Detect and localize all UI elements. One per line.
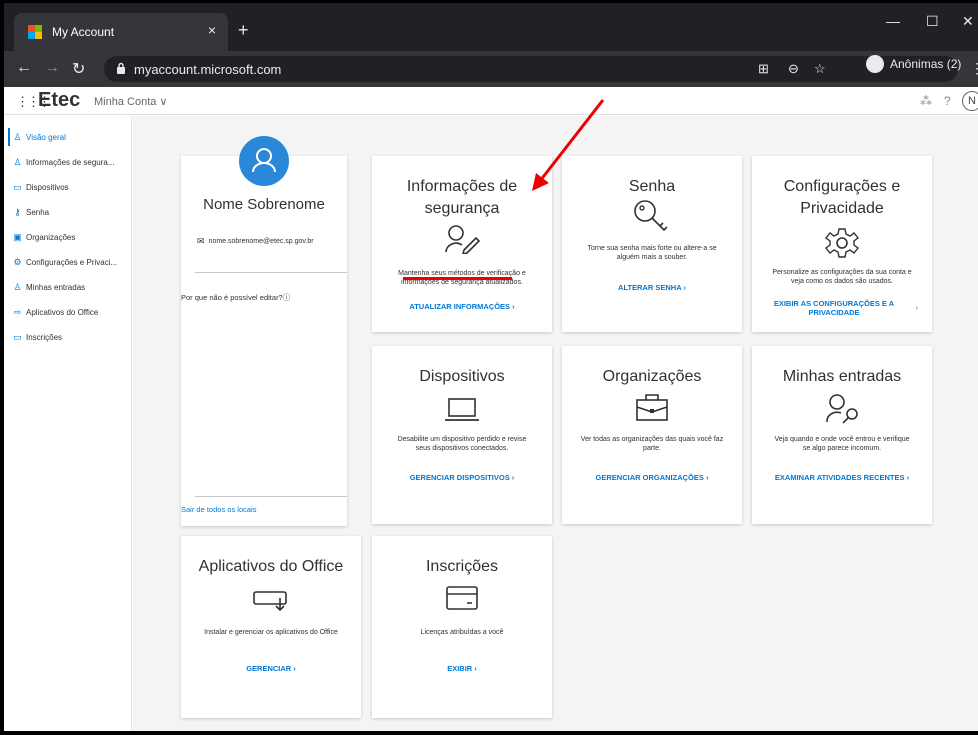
annotation-arrow <box>532 99 605 191</box>
screen-frame: My Account × + — ☐ ✕ ← → ↻ myaccount.mic… <box>0 0 978 735</box>
